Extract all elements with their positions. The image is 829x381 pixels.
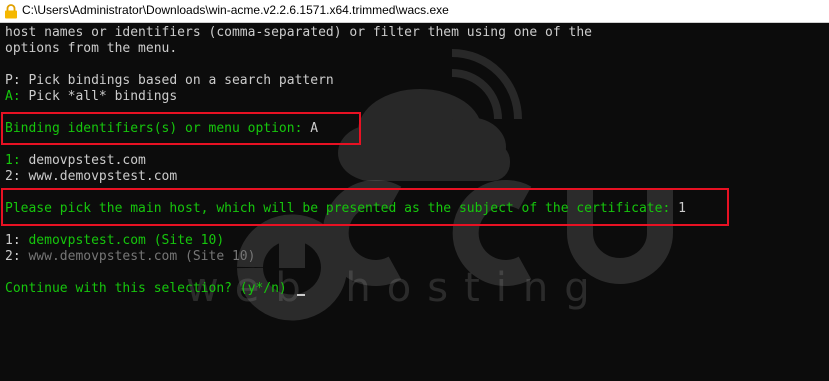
- site-list-item-1: 1: demovpstest.com (Site 10): [5, 233, 225, 248]
- site-list-item-2: 2: www.demovpstest.com (Site 10): [5, 249, 256, 264]
- main-host-prompt-highlight: [1, 188, 729, 226]
- intro-line-2: options from the menu.: [5, 41, 178, 56]
- window-titlebar[interactable]: C:\Users\Administrator\Downloads\win-acm…: [0, 0, 829, 23]
- menu-option-a: A: Pick *all* bindings: [5, 89, 178, 104]
- host-list-item-2: 2: www.demovpstest.com: [5, 169, 178, 184]
- menu-option-p: P: Pick bindings based on a search patte…: [5, 73, 334, 88]
- lock-icon: [4, 4, 18, 19]
- binding-prompt-highlight: [1, 112, 361, 145]
- text-cursor: [296, 294, 305, 296]
- window-title: C:\Users\Administrator\Downloads\win-acm…: [22, 3, 449, 17]
- console-output[interactable]: web hosting host names or identifiers (c…: [0, 23, 829, 381]
- host-list-item-1: 1: demovpstest.com: [5, 153, 146, 168]
- continue-prompt: Continue with this selection? (y*/n): [5, 281, 295, 296]
- intro-line-1: host names or identifiers (comma-separat…: [5, 25, 592, 40]
- cloud-wifi-icon: [338, 49, 522, 181]
